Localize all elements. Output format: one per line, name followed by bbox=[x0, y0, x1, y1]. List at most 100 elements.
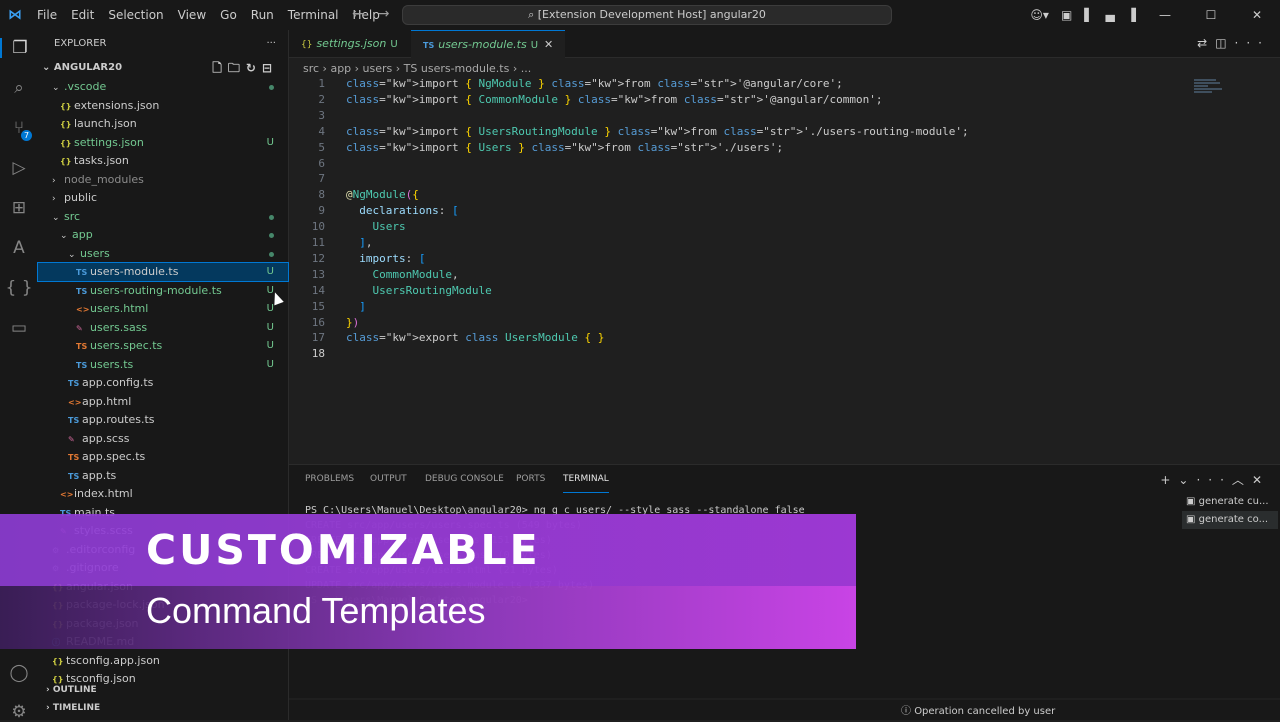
toggle-secondary-sidebar-icon[interactable]: ▐ bbox=[1121, 8, 1142, 22]
menu-item-terminal[interactable]: Terminal bbox=[281, 8, 346, 22]
timeline-section[interactable]: › TIMELINE bbox=[38, 699, 288, 717]
minimize-icon[interactable]: — bbox=[1142, 8, 1188, 22]
code-line[interactable]: 5 class="kw">import { Users } class="kw">… bbox=[289, 140, 783, 156]
close-window-icon[interactable]: ✕ bbox=[1234, 8, 1280, 22]
code-line[interactable]: 2 class="kw">import { CommonModule } clas… bbox=[289, 92, 883, 108]
settings-gear-icon[interactable]: ⚙ bbox=[0, 702, 38, 722]
tree-file[interactable]: {} launch.json bbox=[38, 115, 288, 133]
tree-file[interactable]: ✎ users.sass U bbox=[38, 319, 288, 337]
tree-file[interactable]: {} tsconfig.app.json bbox=[38, 652, 288, 670]
menu-item-run[interactable]: Run bbox=[244, 8, 281, 22]
menu-item-selection[interactable]: Selection bbox=[101, 8, 170, 22]
tree-file[interactable]: TS users-module.ts U bbox=[37, 262, 289, 282]
toggle-panel-icon[interactable]: ▄ bbox=[1100, 8, 1121, 22]
tree-folder[interactable]: ⌄ app bbox=[38, 226, 288, 244]
terminal-item[interactable]: ▣ generate co... bbox=[1182, 511, 1278, 529]
code-line[interactable]: 1 class="kw">import { NgModule } class="k… bbox=[289, 76, 842, 92]
menu-item-view[interactable]: View bbox=[171, 8, 213, 22]
new-terminal-icon[interactable]: +⌄ bbox=[1160, 473, 1196, 487]
back-arrow-icon[interactable]: ← bbox=[352, 6, 378, 22]
tree-folder[interactable]: ⌄ users bbox=[38, 245, 288, 263]
code-line[interactable]: 13 CommonModule, bbox=[289, 267, 459, 283]
code-line[interactable]: 10 Users bbox=[289, 219, 406, 235]
code-line[interactable]: 12 imports: [ bbox=[289, 251, 426, 267]
source-control-icon[interactable]: ⑂ bbox=[0, 118, 38, 138]
code-line[interactable]: 6 bbox=[289, 156, 346, 172]
copilot-icon[interactable]: ☺▾ bbox=[1024, 8, 1055, 22]
code-line[interactable]: 14 UsersRoutingModule bbox=[289, 283, 492, 299]
tree-file[interactable]: TS app.spec.ts bbox=[38, 448, 288, 466]
close-panel-icon[interactable]: ✕ bbox=[1252, 473, 1270, 487]
workspace-root[interactable]: ⌄ ANGULAR20 🗋🗀↻⊟ bbox=[38, 58, 288, 78]
json-icon[interactable]: { } bbox=[0, 278, 38, 298]
tree-file[interactable]: <>users.html U bbox=[38, 300, 288, 318]
tree-file[interactable]: {} settings.json U bbox=[38, 134, 288, 152]
compare-icon[interactable]: ⇄ bbox=[1197, 36, 1215, 50]
split-editor-icon[interactable]: ◫ bbox=[1215, 36, 1234, 50]
outline-section[interactable]: › OUTLINE bbox=[38, 681, 288, 699]
run-debug-icon[interactable]: ▷ bbox=[0, 158, 38, 178]
tree-file[interactable]: TS app.config.ts bbox=[38, 374, 288, 392]
code-line[interactable]: 9 declarations: [ bbox=[289, 203, 458, 219]
minimap[interactable] bbox=[1194, 78, 1224, 104]
tree-folder[interactable]: › node_modules bbox=[38, 171, 288, 189]
terminal-item[interactable]: ▣ generate cu... bbox=[1182, 493, 1278, 511]
tab-users-module[interactable]: TS users-module.ts U ✕ bbox=[411, 30, 566, 58]
command-center[interactable]: ⌕ [Extension Development Host] angular20 bbox=[402, 5, 892, 25]
layout-icon[interactable]: ▣ bbox=[1055, 8, 1078, 22]
tree-file[interactable]: {} extensions.json bbox=[38, 97, 288, 115]
more-actions-icon[interactable]: ··· bbox=[266, 30, 276, 58]
explorer-icon[interactable]: ❐ bbox=[0, 38, 38, 58]
new-file-icon[interactable]: 🗋 bbox=[212, 61, 228, 75]
angular-icon[interactable]: A bbox=[0, 238, 38, 258]
extensions-icon[interactable]: ⊞ bbox=[0, 198, 38, 218]
tree-folder[interactable]: › public bbox=[38, 189, 288, 207]
more-actions-icon[interactable]: ··· bbox=[1235, 36, 1270, 50]
tree-file[interactable]: <>index.html bbox=[38, 485, 288, 503]
tree-file[interactable]: TS app.ts bbox=[38, 467, 288, 485]
maximize-icon[interactable]: ☐ bbox=[1188, 8, 1234, 22]
panel-tab-ports[interactable]: PORTS bbox=[516, 465, 545, 493]
code-editor[interactable]: 1 class="kw">import { NgModule } class="k… bbox=[289, 76, 1280, 462]
panel-tab-output[interactable]: OUTPUT bbox=[370, 465, 407, 493]
forward-arrow-icon[interactable]: → bbox=[378, 6, 404, 22]
code-line[interactable]: 17 class="kw">export class UsersModule { … bbox=[289, 330, 605, 346]
code-line[interactable]: 15 ] bbox=[289, 299, 366, 315]
panel-tab-debug-console[interactable]: DEBUG CONSOLE bbox=[425, 465, 504, 493]
refresh-icon[interactable]: ↻ bbox=[246, 61, 262, 75]
tree-folder[interactable]: ⌄ src bbox=[38, 208, 288, 226]
menu-item-go[interactable]: Go bbox=[213, 8, 244, 22]
tree-file[interactable]: {} tasks.json bbox=[38, 152, 288, 170]
code-line[interactable]: 16}) bbox=[289, 315, 360, 331]
code-line[interactable]: 3 bbox=[289, 108, 346, 124]
tree-file[interactable]: TS users.ts U bbox=[38, 356, 288, 374]
tree-file[interactable]: TS app.routes.ts bbox=[38, 411, 288, 429]
code-line[interactable]: 8 @NgModule({ bbox=[289, 187, 418, 203]
notification[interactable]: ⓘ Operation cancelled by user bbox=[901, 702, 1055, 717]
accounts-icon[interactable]: ◯ bbox=[0, 663, 38, 683]
toggle-sidebar-icon[interactable]: ▌ bbox=[1078, 8, 1099, 22]
tree-file[interactable]: <>app.html bbox=[38, 393, 288, 411]
menu-item-file[interactable]: File bbox=[30, 8, 64, 22]
panel-tab-terminal[interactable]: TERMINAL bbox=[563, 465, 609, 493]
code-line[interactable]: 18 bbox=[289, 346, 346, 362]
tree-file[interactable]: TS users.spec.ts U bbox=[38, 337, 288, 355]
close-tab-icon[interactable]: ✕ bbox=[544, 38, 553, 51]
tree-folder[interactable]: ⌄ .vscode bbox=[38, 78, 288, 96]
code-text: class="kw">export class UsersModule { } bbox=[346, 331, 605, 345]
menu-item-edit[interactable]: Edit bbox=[64, 8, 101, 22]
maximize-panel-icon[interactable]: ︿ bbox=[1232, 473, 1252, 487]
remote-explorer-icon[interactable]: ▭ bbox=[0, 318, 38, 338]
tree-file[interactable]: TS users-routing-module.ts U bbox=[38, 282, 288, 300]
code-line[interactable]: 4 class="kw">import { UsersRoutingModule … bbox=[289, 124, 968, 140]
tab-settings-json[interactable]: {} settings.json U bbox=[289, 30, 410, 58]
panel-tab-problems[interactable]: PROBLEMS bbox=[305, 465, 354, 493]
more-actions-icon[interactable]: ··· bbox=[1196, 473, 1231, 487]
code-line[interactable]: 7 bbox=[289, 171, 346, 187]
code-text: class="kw">import { CommonModule } class… bbox=[346, 92, 883, 106]
search-view-icon[interactable]: ⌕ bbox=[0, 78, 38, 98]
collapse-all-icon[interactable]: ⊟ bbox=[262, 61, 278, 75]
code-line[interactable]: 11 ], bbox=[289, 235, 373, 251]
new-folder-icon[interactable]: 🗀 bbox=[228, 61, 246, 75]
tree-file[interactable]: ✎ app.scss bbox=[38, 430, 288, 448]
